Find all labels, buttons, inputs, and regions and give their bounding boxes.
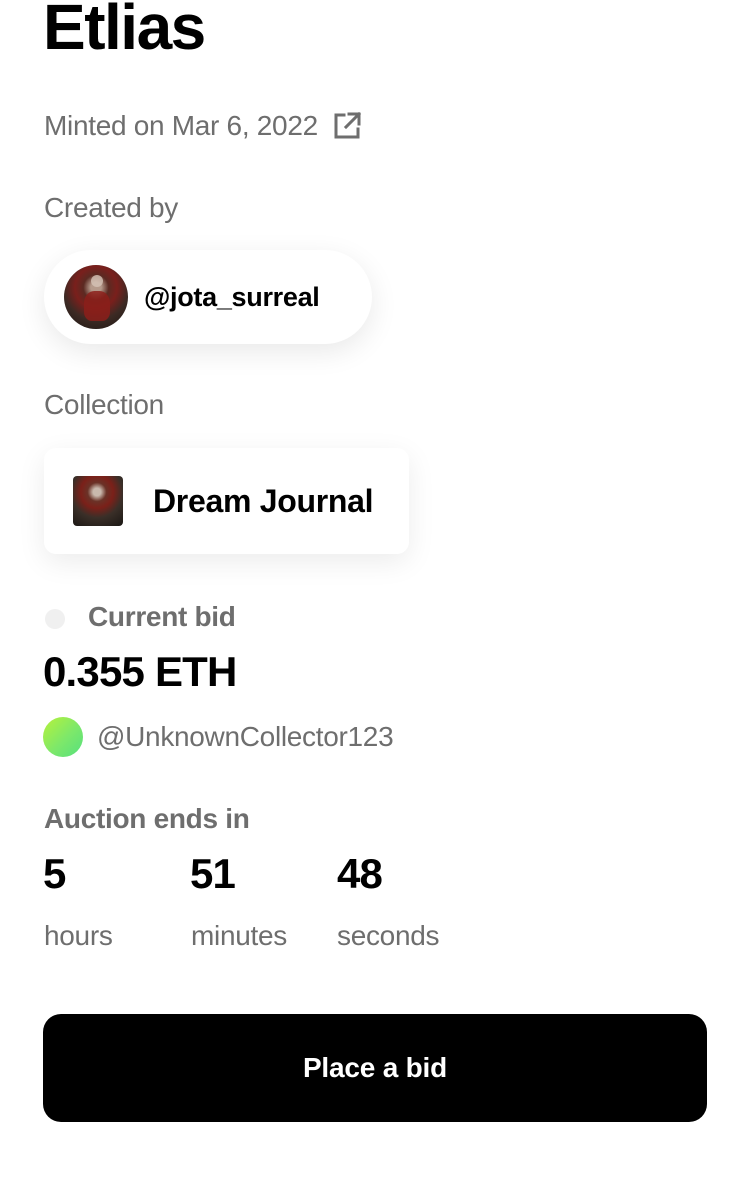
bid-status-dot [45,609,65,629]
countdown-seconds-unit: seconds [337,920,440,951]
minted-date: Minted on Mar 6, 2022 [44,110,318,141]
collection-thumbnail [73,476,123,526]
creator-profile-chip[interactable]: @jota_surreal [44,250,372,344]
nft-title: Etlias [43,0,206,63]
place-bid-button[interactable]: Place a bid [43,1014,707,1122]
bidder-handle: @UnknownCollector123 [97,721,394,752]
top-bidder[interactable]: @UnknownCollector123 [43,717,394,757]
bidder-avatar [43,717,83,757]
auction-ends-label: Auction ends in [44,803,250,834]
collection-name: Dream Journal [153,482,374,519]
external-link-icon[interactable] [332,111,362,141]
countdown-hours-unit: hours [44,920,113,951]
countdown-minutes-value: 51 [190,850,236,897]
current-bid-label: Current bid [88,601,236,632]
minted-date-row: Minted on Mar 6, 2022 [44,110,362,142]
collection-label: Collection [44,389,164,420]
creator-handle: @jota_surreal [144,281,320,312]
creator-avatar [64,265,128,329]
current-bid-amount: 0.355 ETH [43,648,237,695]
countdown-seconds-value: 48 [337,850,383,897]
countdown-hours-value: 5 [43,850,66,897]
collection-card[interactable]: Dream Journal [44,448,409,554]
countdown-minutes-unit: minutes [191,920,287,951]
created-by-label: Created by [44,192,178,223]
